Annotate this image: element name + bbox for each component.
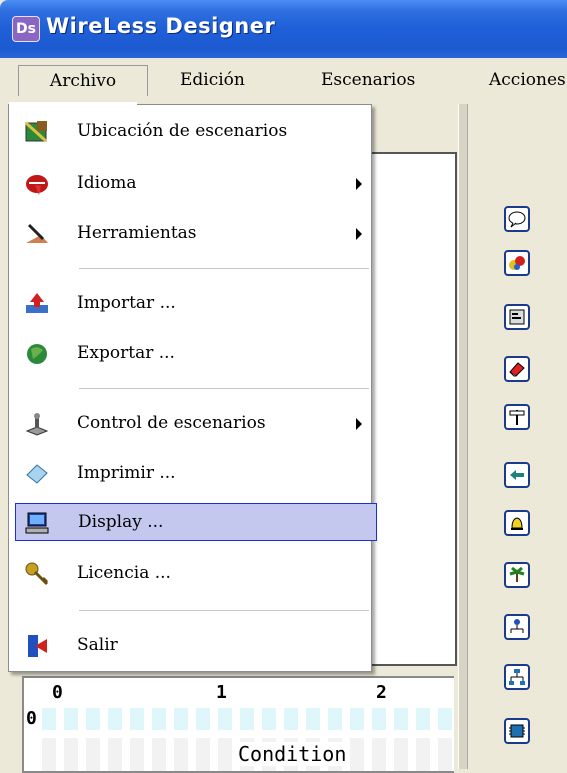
menu-item-salir[interactable]: Salir bbox=[13, 627, 371, 665]
menu-item-label: Licencia ... bbox=[77, 563, 171, 583]
signpost-icon[interactable] bbox=[504, 404, 530, 430]
speech-bubble-icon[interactable] bbox=[504, 206, 530, 232]
export-globe-icon bbox=[23, 341, 51, 367]
network-node-icon[interactable] bbox=[504, 614, 530, 640]
chip-icon[interactable] bbox=[504, 718, 530, 744]
app-icon: Ds bbox=[12, 16, 40, 42]
menu-item-label: Exportar ... bbox=[77, 343, 175, 363]
menu-item-label: Importar ... bbox=[77, 293, 176, 313]
bell-icon[interactable] bbox=[504, 510, 530, 536]
menu-item-label: Salir bbox=[77, 635, 118, 655]
menu-item-idioma[interactable]: Idioma bbox=[13, 165, 371, 203]
title-bar: Ds WireLess Designer bbox=[0, 0, 567, 58]
form-icon[interactable] bbox=[504, 304, 530, 330]
grid-col-label: 0 bbox=[52, 682, 63, 703]
grid-col-label: 2 bbox=[376, 682, 387, 703]
menu-item-label: Control de escenarios bbox=[77, 413, 266, 433]
submenu-arrow-icon bbox=[356, 418, 362, 430]
key-icon bbox=[23, 561, 51, 587]
folder-map-icon bbox=[23, 119, 51, 145]
grid-col-label: 1 bbox=[216, 682, 227, 703]
grid-row bbox=[42, 708, 452, 730]
arrow-left-icon[interactable] bbox=[504, 462, 530, 488]
timeline-grid[interactable]: 0 1 2 0 Condition bbox=[22, 676, 454, 773]
menu-item-display[interactable]: Display ... bbox=[15, 503, 377, 541]
menu-item-ubicacion[interactable]: Ubicación de escenarios bbox=[13, 113, 371, 151]
eraser-icon[interactable] bbox=[504, 356, 530, 382]
menu-item-label: Display ... bbox=[78, 512, 164, 532]
menu-item-label: Ubicación de escenarios bbox=[77, 121, 288, 141]
menu-bar: Archivo Edición Escenarios Acciones bbox=[8, 58, 567, 105]
abc-icon[interactable] bbox=[504, 250, 530, 276]
menu-item-control[interactable]: Control de escenarios bbox=[13, 405, 371, 443]
menu-item-label: Idioma bbox=[77, 173, 137, 193]
menu-separator bbox=[79, 610, 369, 611]
menu-item-herramientas[interactable]: Herramientas bbox=[13, 215, 371, 253]
menu-item-label: Imprimir ... bbox=[77, 463, 176, 483]
exit-door-icon bbox=[23, 633, 51, 659]
menu-separator bbox=[79, 388, 369, 389]
monitor-icon bbox=[24, 510, 52, 536]
menu-item-licencia[interactable]: Licencia ... bbox=[13, 555, 371, 593]
menu-edicion[interactable]: Edición bbox=[180, 65, 245, 95]
print-icon bbox=[23, 461, 51, 487]
hierarchy-icon[interactable] bbox=[504, 664, 530, 690]
menu-item-label: Herramientas bbox=[77, 223, 197, 243]
splitter[interactable] bbox=[458, 104, 468, 769]
submenu-arrow-icon bbox=[356, 178, 362, 190]
language-lips-icon bbox=[23, 171, 51, 197]
submenu-arrow-icon bbox=[356, 228, 362, 240]
menu-connector bbox=[9, 102, 137, 105]
menu-escenarios[interactable]: Escenarios bbox=[321, 65, 415, 95]
menu-item-importar[interactable]: Importar ... bbox=[13, 285, 371, 323]
palm-tree-icon[interactable] bbox=[504, 562, 530, 588]
menu-item-imprimir[interactable]: Imprimir ... bbox=[13, 455, 371, 493]
condition-label: Condition bbox=[234, 742, 351, 766]
menu-archivo[interactable]: Archivo bbox=[18, 65, 148, 96]
scenario-canvas[interactable] bbox=[360, 152, 457, 666]
archivo-dropdown-menu: Ubicación de escenarios Idioma Herramien… bbox=[8, 104, 377, 672]
joystick-icon bbox=[23, 411, 51, 437]
grid-row-label: 0 bbox=[26, 708, 37, 729]
menu-item-exportar[interactable]: Exportar ... bbox=[13, 335, 371, 373]
import-icon bbox=[23, 291, 51, 317]
menu-separator bbox=[79, 268, 369, 269]
tools-icon bbox=[23, 221, 51, 247]
menu-acciones[interactable]: Acciones bbox=[489, 65, 566, 95]
window-title: WireLess Designer bbox=[46, 14, 276, 38]
